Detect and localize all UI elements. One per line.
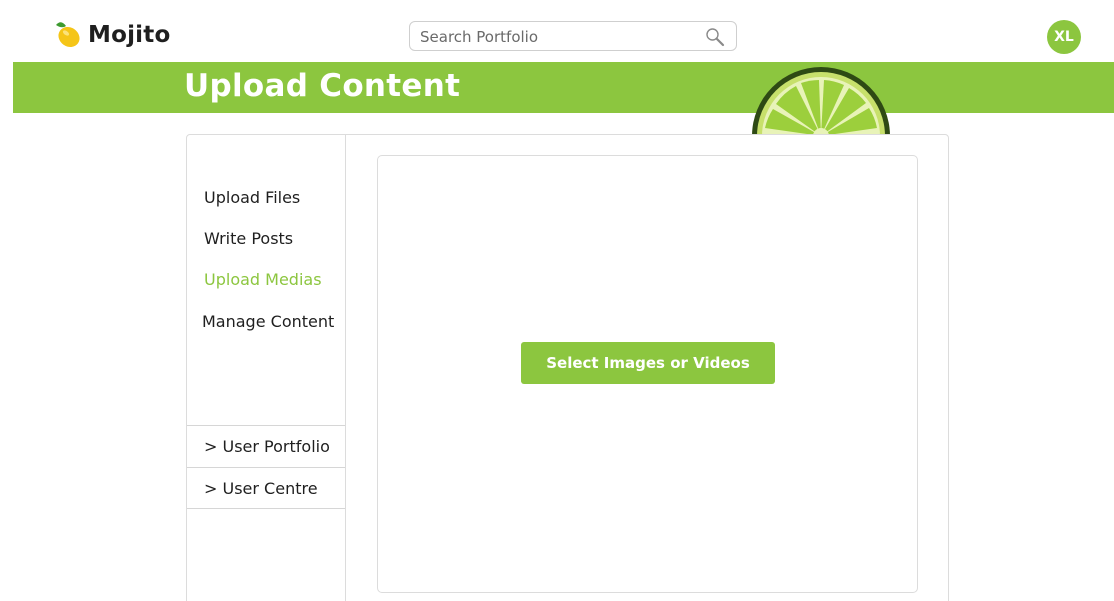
- sidebar-item-upload-medias[interactable]: Upload Medias: [204, 270, 322, 289]
- sidebar-item-upload-files[interactable]: Upload Files: [204, 188, 300, 207]
- app-name: Mojito: [88, 22, 171, 48]
- upload-dropzone[interactable]: Select Images or Videos: [377, 155, 918, 593]
- page-title: Upload Content: [184, 68, 461, 104]
- app-logo[interactable]: Mojito: [52, 18, 170, 52]
- upload-card: Upload Files Write Posts Upload Medias M…: [186, 134, 949, 601]
- page: Mojito XL Upload Content: [0, 0, 1114, 601]
- search-box: [409, 21, 737, 51]
- sidebar-item-manage-content[interactable]: Manage Content: [202, 312, 334, 331]
- sidebar-link-user-portfolio[interactable]: > User Portfolio: [187, 425, 345, 467]
- top-bar: Mojito XL: [0, 0, 1114, 62]
- sidebar-item-write-posts[interactable]: Write Posts: [204, 229, 293, 248]
- sidebar: Upload Files Write Posts Upload Medias M…: [187, 135, 346, 601]
- select-media-button[interactable]: Select Images or Videos: [521, 342, 775, 384]
- user-avatar[interactable]: XL: [1047, 20, 1081, 54]
- lime-slice-icon: [752, 67, 890, 136]
- search-icon[interactable]: [704, 26, 726, 48]
- sidebar-link-user-centre[interactable]: > User Centre: [187, 467, 345, 509]
- search-input[interactable]: [420, 25, 690, 49]
- lemon-icon: [56, 22, 80, 48]
- page-banner: Upload Content: [13, 62, 1114, 113]
